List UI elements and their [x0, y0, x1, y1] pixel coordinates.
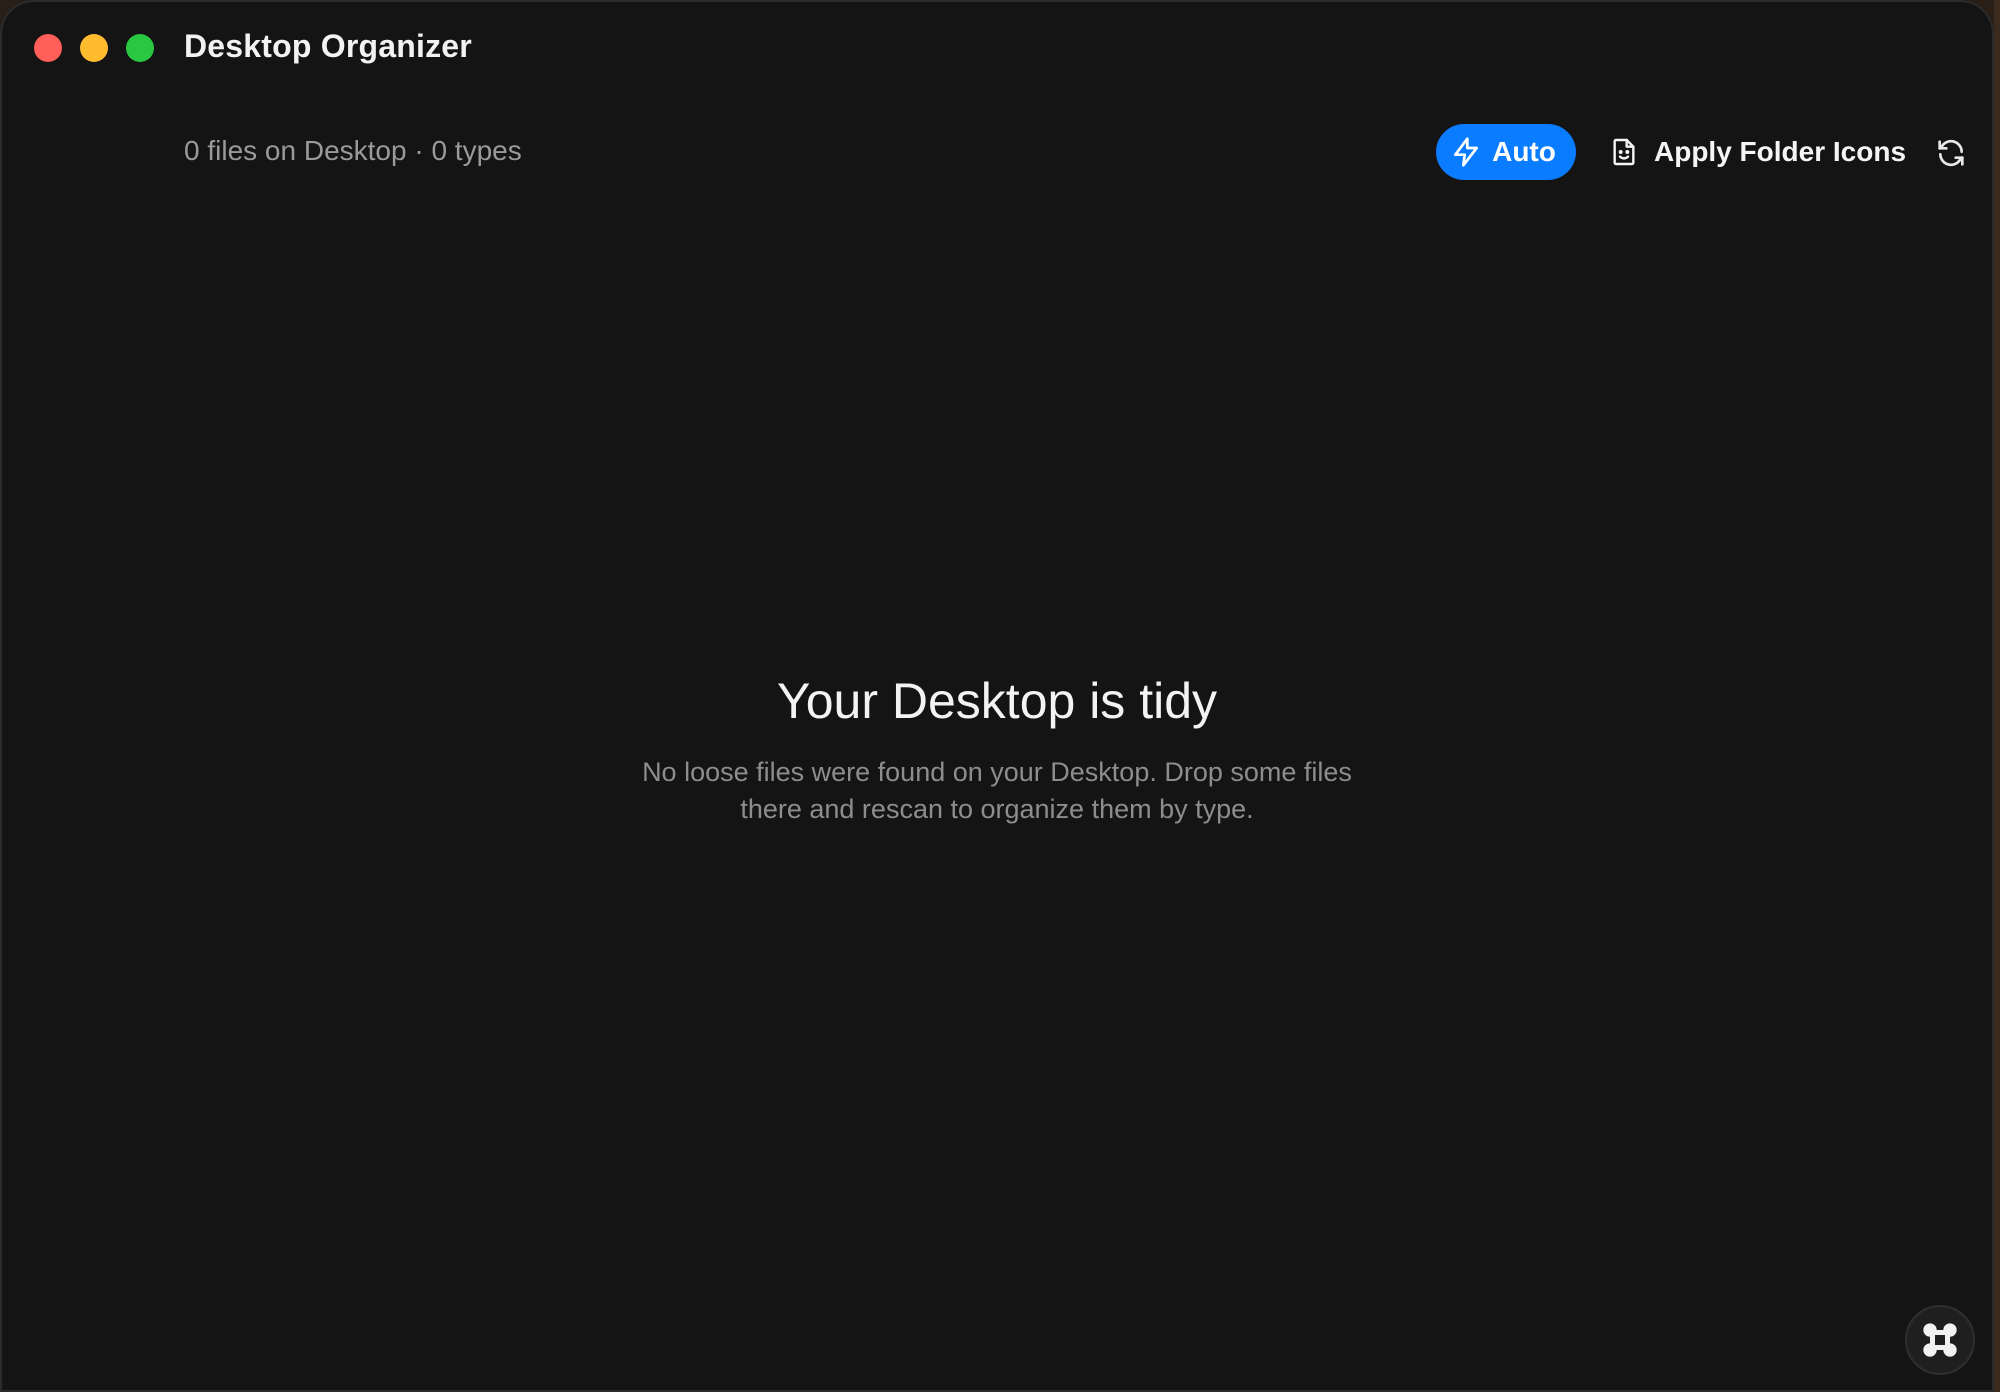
app-window: Desktop Organizer 0 files on Desktop · 0…	[0, 0, 1994, 1392]
auto-button-label: Auto	[1492, 136, 1556, 167]
empty-state-description: No loose files were found on your Deskto…	[642, 757, 1352, 824]
maximize-window-button[interactable]	[126, 34, 154, 62]
apply-folder-icons-label: Apply Folder Icons	[1654, 136, 1907, 167]
folder-face-icon	[1613, 138, 1635, 166]
auto-button[interactable]: Auto	[1436, 124, 1576, 180]
desktop-file-summary: 0 files on Desktop · 0 types	[184, 135, 522, 166]
lightning-bolt-icon	[1454, 137, 1479, 167]
refresh-button[interactable]	[1934, 136, 1968, 170]
close-window-button[interactable]	[34, 34, 62, 62]
apply-folder-icons-button[interactable]: Apply Folder Icons	[1608, 124, 1906, 180]
empty-state: Your Desktop is tidy No loose files were…	[0, 672, 1994, 828]
minimize-window-button[interactable]	[80, 34, 108, 62]
desktop-background-edge	[1994, 0, 2000, 1392]
window-title: Desktop Organizer	[184, 28, 472, 64]
refresh-icon	[1938, 139, 1964, 167]
command-icon	[1923, 1323, 1957, 1357]
title-bar: Desktop Organizer	[0, 0, 1994, 96]
command-button[interactable]	[1905, 1305, 1975, 1375]
empty-state-title: Your Desktop is tidy	[776, 673, 1218, 729]
